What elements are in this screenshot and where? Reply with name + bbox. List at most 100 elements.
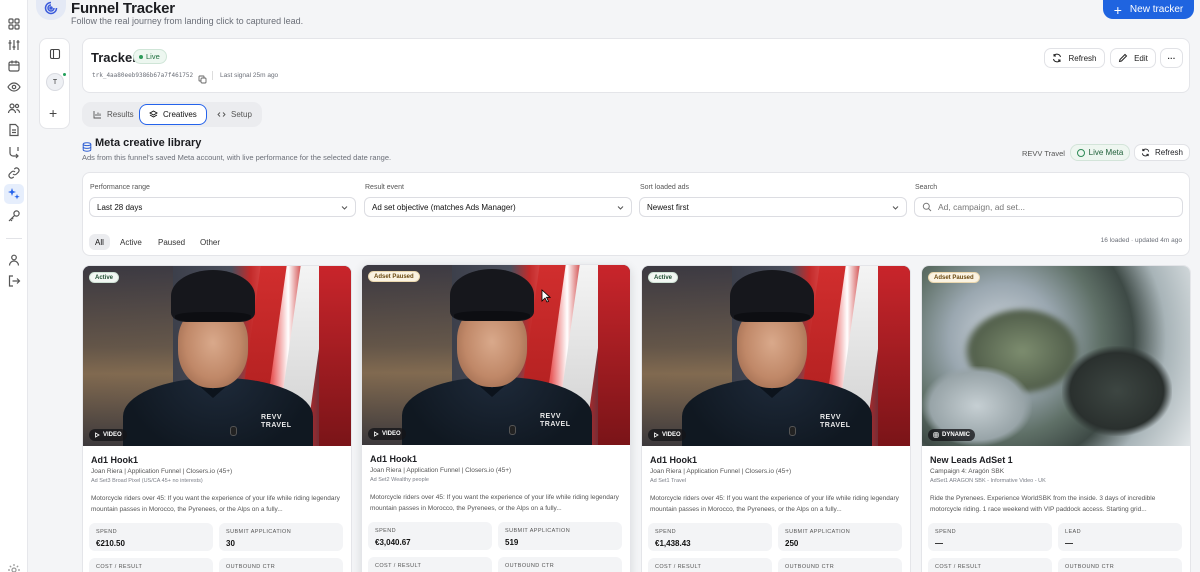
avatar[interactable]: T xyxy=(46,73,64,91)
add-tracker-icon[interactable]: + xyxy=(49,106,57,120)
section-tabs: Results Creatives Setup xyxy=(82,102,262,127)
stat-label: SPEND xyxy=(375,528,396,534)
creative-description: Motorcycle riders over 45: If you want t… xyxy=(91,495,340,513)
creative-thumbnail[interactable]: REVV TRAVEL xyxy=(83,266,351,446)
creative-thumbnail[interactable]: REVV TRAVEL xyxy=(642,266,910,446)
status-badge: Adset Paused xyxy=(928,272,980,283)
stat-result: SUBMIT APPLICATION 519 xyxy=(498,522,622,550)
creative-thumbnail[interactable] xyxy=(922,266,1190,446)
more-options-button[interactable]: ··· xyxy=(1160,48,1183,68)
media-type-badge: VIDEO xyxy=(89,429,127,441)
stat-value: €210.50 xyxy=(96,539,125,548)
layers-icon xyxy=(149,110,158,118)
tab-results[interactable]: Results xyxy=(84,104,143,125)
filter-chip-active[interactable]: Active xyxy=(114,234,148,250)
refresh-button[interactable]: Refresh xyxy=(1044,48,1105,68)
stat-spend: SPEND — xyxy=(928,523,1052,551)
tracker-id: trk_4aa80eeb9386b67a7f461752 xyxy=(92,72,194,79)
loaded-count: 16 loaded · updated 4m ago xyxy=(1100,237,1182,244)
stat-label: SUBMIT APPLICATION xyxy=(226,529,292,535)
tab-creatives-label: Creatives xyxy=(163,110,197,119)
filter-chip-all[interactable]: All xyxy=(89,234,110,250)
stat-label: COST / RESULT xyxy=(96,564,143,570)
live-meta-badge[interactable]: Live Meta xyxy=(1070,144,1130,161)
search-input[interactable]: Ad, campaign, ad set... xyxy=(914,197,1183,217)
tab-creatives[interactable]: Creatives xyxy=(139,104,207,125)
user-icon[interactable] xyxy=(7,253,21,267)
creative-card[interactable]: REVV TRAVEL Adset Paused VIDEO Ad1 Hook1 … xyxy=(361,264,631,572)
creative-title: New Leads AdSet 1 xyxy=(930,455,1013,465)
creative-description: Ride the Pyrenees. Experience WorldSBK f… xyxy=(930,495,1156,513)
stat-outbound-ctr: OUTBOUND CTR xyxy=(778,558,902,572)
stat-cost-per-result: COST / RESULT xyxy=(89,558,213,572)
filter-panel: Performance range Last 28 days Result ev… xyxy=(82,172,1190,256)
link-icon[interactable] xyxy=(7,166,21,180)
filter-chip-paused[interactable]: Paused xyxy=(152,234,191,250)
key-icon[interactable] xyxy=(7,209,21,223)
tab-setup[interactable]: Setup xyxy=(208,104,261,125)
copy-icon[interactable] xyxy=(198,71,207,84)
panel-toggle-icon[interactable] xyxy=(49,47,61,60)
sort-select[interactable]: Newest first xyxy=(639,197,907,217)
creative-card[interactable]: REVV TRAVEL Active VIDEO Ad1 Hook1 Joan R… xyxy=(82,265,352,572)
last-signal: Last signal 25m ago xyxy=(220,72,279,79)
search-icon xyxy=(922,202,932,212)
stat-value: — xyxy=(935,539,943,548)
adset-name: Ad Set3 Broad Pixel (US/CA 45+ no intere… xyxy=(91,478,203,484)
page-title: Funnel Tracker xyxy=(71,0,175,17)
new-tracker-button[interactable]: + New tracker xyxy=(1103,0,1194,19)
flow-icon[interactable] xyxy=(7,145,21,159)
logout-icon[interactable] xyxy=(7,274,21,288)
tab-setup-label: Setup xyxy=(231,110,252,119)
play-icon xyxy=(374,431,379,437)
creative-thumbnail[interactable]: REVV TRAVEL xyxy=(362,265,630,445)
stat-label: SUBMIT APPLICATION xyxy=(505,528,571,534)
stat-outbound-ctr: OUTBOUND CTR xyxy=(1058,558,1182,572)
performance-range-select[interactable]: Last 28 days xyxy=(89,197,356,217)
refresh-label: Refresh xyxy=(1068,53,1097,63)
live-meta-icon xyxy=(1076,148,1085,157)
sliders-icon[interactable] xyxy=(7,38,21,52)
stat-value: 30 xyxy=(226,539,235,548)
stat-label: OUTBOUND CTR xyxy=(1065,564,1115,570)
more-icon: ··· xyxy=(1167,53,1176,63)
sort-value: Newest first xyxy=(647,202,689,212)
stat-label: COST / RESULT xyxy=(935,564,982,570)
media-type-label: VIDEO xyxy=(103,432,122,438)
dynamic-icon xyxy=(933,432,939,438)
calendar-icon[interactable] xyxy=(7,59,21,73)
code-icon xyxy=(217,112,226,117)
adset-name: Ad Set1 Travel xyxy=(650,478,687,484)
adset-name: AdSet1 ARAGON SBK - Informative Video - … xyxy=(930,478,1046,484)
creative-card[interactable]: Adset Paused DYNAMIC New Leads AdSet 1 C… xyxy=(921,265,1191,572)
grid-icon[interactable] xyxy=(7,17,21,31)
live-meta-label: Live Meta xyxy=(1088,148,1124,157)
library-refresh-button[interactable]: Refresh xyxy=(1134,144,1190,161)
stat-spend: SPEND €210.50 xyxy=(89,523,213,551)
result-event-label: Result event xyxy=(365,184,404,191)
database-icon xyxy=(82,139,92,152)
ad-account-name: REVV Travel xyxy=(1022,149,1065,158)
status-badge: Active xyxy=(648,272,679,283)
settings-gear-icon[interactable] xyxy=(7,563,21,572)
media-type-badge: VIDEO xyxy=(368,428,406,440)
page-subtitle: Follow the real journey from landing cli… xyxy=(71,16,304,26)
stat-label: COST / RESULT xyxy=(375,563,422,569)
divider xyxy=(212,71,213,80)
document-icon[interactable] xyxy=(7,123,21,137)
edit-button[interactable]: Edit xyxy=(1110,48,1156,68)
eye-icon[interactable] xyxy=(7,80,21,94)
edit-label: Edit xyxy=(1134,53,1148,63)
plus-icon: + xyxy=(1113,1,1122,18)
filter-chip-other[interactable]: Other xyxy=(194,234,226,250)
stat-cost-per-result: COST / RESULT xyxy=(648,558,772,572)
library-refresh-label: Refresh xyxy=(1154,148,1183,157)
creative-card[interactable]: REVV TRAVEL Active VIDEO Ad1 Hook1 Joan R… xyxy=(641,265,911,572)
sparkle-icon[interactable] xyxy=(4,184,24,204)
mouse-cursor-icon xyxy=(541,289,551,303)
chevron-down-icon xyxy=(617,206,624,210)
refresh-icon xyxy=(1053,53,1062,63)
creative-description: Motorcycle riders over 45: If you want t… xyxy=(370,494,619,512)
users-icon[interactable] xyxy=(7,101,21,115)
result-event-select[interactable]: Ad set objective (matches Ads Manager) xyxy=(364,197,632,217)
